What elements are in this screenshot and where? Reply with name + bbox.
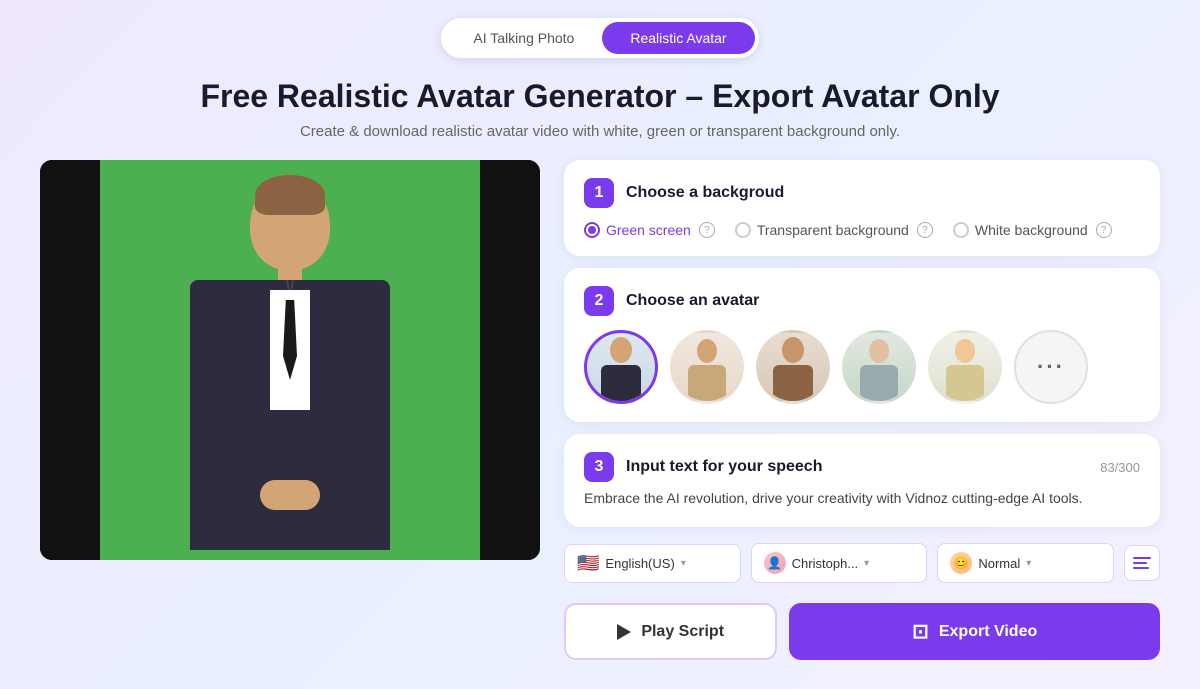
tab-realistic-avatar[interactable]: Realistic Avatar — [602, 22, 754, 54]
right-panel: 1 Choose a backgroud Green screen ? Tran… — [564, 160, 1160, 660]
speech-text: Embrace the AI revolution, drive your cr… — [584, 488, 1140, 509]
more-dots-label: ··· — [1037, 354, 1065, 380]
play-script-label: Play Script — [641, 623, 724, 641]
speed-icon: 😊 — [950, 552, 972, 574]
avatar-hair — [255, 175, 325, 215]
char-count: 83/300 — [1100, 460, 1140, 475]
step1-badge: 1 — [584, 178, 614, 208]
help-icon-green[interactable]: ? — [699, 222, 715, 238]
avatar-option-1[interactable] — [584, 330, 658, 404]
tab-ai-talking-photo[interactable]: AI Talking Photo — [445, 22, 602, 54]
menu-line-2 — [1133, 562, 1147, 564]
help-icon-white[interactable]: ? — [1096, 222, 1112, 238]
bg-option-transparent[interactable]: Transparent background ? — [735, 222, 933, 238]
main-content: 1 Choose a backgroud Green screen ? Tran… — [0, 160, 1200, 660]
menu-line-1 — [1133, 557, 1151, 559]
radio-green — [584, 222, 600, 238]
step1-header: 1 Choose a backgroud — [584, 178, 1140, 208]
bottom-controls: 🇺🇸 English(US) ▾ 👤 Christoph... ▾ 😊 Norm… — [564, 543, 1160, 583]
step3-badge: 3 — [584, 452, 614, 482]
avatar-shirt — [270, 290, 310, 410]
bg-white-label: White background — [975, 222, 1088, 238]
flag-icon: 🇺🇸 — [577, 553, 599, 574]
bg-green-label: Green screen — [606, 222, 691, 238]
hero-section: Free Realistic Avatar Generator – Export… — [0, 68, 1200, 160]
help-icon-transparent[interactable]: ? — [917, 222, 933, 238]
step2-title: Choose an avatar — [626, 292, 759, 310]
avatar-hands — [260, 480, 320, 510]
voice-avatar: 👤 — [764, 552, 786, 574]
bg-option-white[interactable]: White background ? — [953, 222, 1112, 238]
background-options: Green screen ? Transparent background ? … — [584, 222, 1140, 238]
speed-label: Normal — [978, 556, 1020, 571]
radio-transparent — [735, 222, 751, 238]
play-script-button[interactable]: Play Script — [564, 603, 777, 660]
avatar-option-3[interactable] — [756, 330, 830, 404]
step2-badge: 2 — [584, 286, 614, 316]
export-video-button[interactable]: ⊡ Export Video — [789, 603, 1160, 660]
language-dropdown[interactable]: 🇺🇸 English(US) ▾ — [564, 544, 741, 583]
black-right-bar — [480, 160, 540, 560]
voice-chevron: ▾ — [864, 558, 869, 569]
step1-card: 1 Choose a backgroud Green screen ? Tran… — [564, 160, 1160, 256]
avatar-list: ··· — [584, 330, 1140, 404]
bg-transparent-label: Transparent background — [757, 222, 909, 238]
hero-subtitle: Create & download realistic avatar video… — [0, 123, 1200, 140]
avatar-option-2[interactable] — [670, 330, 744, 404]
language-label: English(US) — [605, 556, 674, 571]
radio-white — [953, 222, 969, 238]
avatar-option-5[interactable] — [928, 330, 1002, 404]
black-left-bar — [40, 160, 100, 560]
menu-lines-icon — [1133, 557, 1151, 569]
menu-line-3 — [1133, 567, 1149, 569]
speed-dropdown[interactable]: 😊 Normal ▾ — [937, 543, 1114, 583]
avatar-preview — [170, 180, 410, 560]
tab-switcher: AI Talking Photo Realistic Avatar — [441, 18, 758, 58]
export-icon: ⊡ — [912, 619, 929, 644]
avatar-more-button[interactable]: ··· — [1014, 330, 1088, 404]
language-chevron: ▾ — [681, 558, 686, 569]
video-preview — [40, 160, 540, 560]
voice-dropdown[interactable]: 👤 Christoph... ▾ — [751, 543, 928, 583]
step3-header: 3 Input text for your speech 83/300 — [584, 452, 1140, 482]
step3-card: 3 Input text for your speech 83/300 Embr… — [564, 434, 1160, 527]
menu-lines-button[interactable] — [1124, 545, 1160, 581]
top-navigation: AI Talking Photo Realistic Avatar — [0, 0, 1200, 68]
step2-card: 2 Choose an avatar — [564, 268, 1160, 422]
avatar-head — [250, 180, 330, 270]
step3-title: Input text for your speech — [626, 458, 822, 476]
bg-option-green[interactable]: Green screen ? — [584, 222, 715, 238]
avatar-suit — [190, 280, 390, 550]
avatar-option-4[interactable] — [842, 330, 916, 404]
speed-chevron: ▾ — [1026, 558, 1031, 569]
page-title: Free Realistic Avatar Generator – Export… — [0, 78, 1200, 115]
export-label: Export Video — [939, 623, 1037, 641]
step1-title: Choose a backgroud — [626, 184, 784, 202]
step2-header: 2 Choose an avatar — [584, 286, 1140, 316]
action-buttons: Play Script ⊡ Export Video — [564, 603, 1160, 660]
voice-name-label: Christoph... — [792, 556, 858, 571]
play-icon — [617, 624, 631, 640]
avatar-tie — [283, 300, 297, 380]
